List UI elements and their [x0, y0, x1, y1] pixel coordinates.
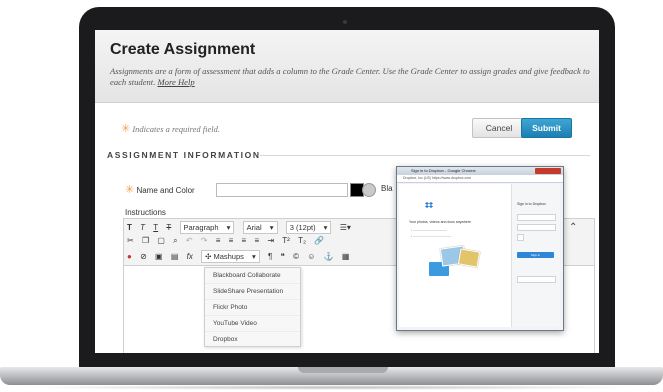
- password-field[interactable]: [517, 224, 556, 231]
- math-icon[interactable]: fx: [187, 252, 193, 261]
- anchor-icon[interactable]: ⚓: [324, 252, 334, 261]
- required-note: ✳ Indicates a required field.: [121, 122, 220, 135]
- popup-titlebar: Sign in to Dropbox - Google Chrome: [397, 167, 563, 175]
- paragraph-value: Paragraph: [183, 223, 219, 232]
- table-icon[interactable]: ▦: [342, 252, 350, 261]
- popup-promo: Your photos, videos and docs anywhere • …: [399, 184, 510, 327]
- subscript-icon[interactable]: T₂: [298, 236, 306, 245]
- color-name: Bla: [381, 184, 393, 193]
- laptop-shadow: [20, 385, 643, 390]
- signin-button[interactable]: Sign in: [517, 252, 554, 258]
- popup-signin-panel: Sign in to Dropbox Sign in: [511, 184, 560, 327]
- copy-icon[interactable]: ❐: [142, 236, 149, 245]
- attach-icon[interactable]: ⊘: [140, 252, 147, 261]
- indent-icon[interactable]: ⇥: [267, 236, 274, 245]
- font-value: Arial: [246, 223, 262, 232]
- laptop-notch: [298, 367, 388, 373]
- cut-icon[interactable]: ✂: [127, 236, 134, 245]
- dropbox-popup-window: Sign in to Dropbox - Google Chrome Dropb…: [396, 166, 564, 331]
- size-value: 3 (12pt): [289, 223, 316, 232]
- menu-item-youtube[interactable]: YouTube Video: [205, 316, 300, 332]
- required-star-icon: ✳: [125, 184, 135, 196]
- popup-bullet: • ──────────────────: [411, 234, 452, 238]
- align-left-icon[interactable]: ≡: [216, 236, 221, 245]
- email-field[interactable]: [517, 214, 556, 221]
- page-header: Create Assignment Assignments are a form…: [95, 30, 599, 103]
- paragraph-select[interactable]: Paragraph ▾: [179, 221, 235, 234]
- menu-item-blackboard-collaborate[interactable]: Blackboard Collaborate: [205, 268, 300, 284]
- align-center-icon[interactable]: ≡: [229, 236, 234, 245]
- italic-icon[interactable]: T: [140, 223, 145, 232]
- mashups-label: Mashups: [213, 252, 244, 261]
- mashups-menu: Blackboard Collaborate SlideShare Presen…: [204, 267, 301, 347]
- popup-title: Sign in to Dropbox - Google Chrome: [411, 168, 476, 173]
- underline-icon[interactable]: T: [153, 223, 158, 232]
- mashups-button[interactable]: ✣ Mashups ▾: [201, 250, 260, 263]
- strikethrough-icon[interactable]: T: [166, 223, 171, 232]
- screen: Create Assignment Assignments are a form…: [95, 30, 599, 353]
- link-icon[interactable]: 🔗: [314, 236, 324, 245]
- camera-icon: [343, 20, 347, 24]
- justify-icon[interactable]: ≡: [254, 236, 259, 245]
- popup-body: Your photos, videos and docs anywhere • …: [399, 184, 560, 327]
- instructions-label: Instructions: [125, 208, 166, 217]
- color-picker-button[interactable]: [362, 183, 376, 197]
- submit-button[interactable]: Submit: [521, 118, 572, 138]
- required-star-icon: ✳: [121, 123, 131, 135]
- required-note-text: Indicates a required field.: [132, 124, 220, 134]
- popup-address-bar: Dropbox, Inc (US) https://www.dropbox.co…: [397, 175, 563, 183]
- toolbar-row-2: ✂ ❐ ▢ ⌕ ↶ ↷ ≡ ≡ ≡ ≡ ⇥ T² T₂ 🔗: [127, 236, 330, 250]
- page-title: Create Assignment: [110, 41, 256, 58]
- menu-item-slideshare[interactable]: SlideShare Presentation: [205, 284, 300, 300]
- section-divider: [260, 155, 590, 156]
- media-icon[interactable]: ▤: [171, 252, 179, 261]
- dropbox-logo-icon: [425, 202, 433, 208]
- quote-icon[interactable]: ❝: [281, 252, 285, 261]
- window-controls-icon[interactable]: [535, 168, 561, 174]
- list-icon[interactable]: ☰▾: [340, 223, 351, 232]
- page-description: Assignments are a form of assessment tha…: [110, 66, 590, 88]
- toolbar-row-1: T T T T Paragraph ▾ Arial ▾ 3 (12pt) ▾ ☰…: [127, 221, 357, 235]
- remember-checkbox[interactable]: [517, 234, 524, 241]
- record-icon[interactable]: ●: [127, 252, 132, 261]
- align-right-icon[interactable]: ≡: [242, 236, 247, 245]
- redo-icon[interactable]: ↷: [201, 236, 208, 245]
- collapse-icon[interactable]: ⌃: [569, 222, 577, 233]
- signin-label: Sign in to Dropbox: [517, 202, 546, 206]
- more-help-link[interactable]: More Help: [158, 77, 195, 87]
- find-icon[interactable]: ⌕: [173, 236, 177, 246]
- size-select[interactable]: 3 (12pt) ▾: [285, 221, 332, 234]
- paragraph-mark-icon[interactable]: ¶: [268, 252, 272, 261]
- text-style-icon[interactable]: T: [127, 223, 132, 232]
- toolbar-row-3: ● ⊘ ▣ ▤ fx ✣ Mashups ▾ ¶ ❝ © ☺ ⚓ ▦: [127, 250, 355, 264]
- photo-illustration: [457, 248, 481, 268]
- emoticon-icon[interactable]: ☺: [307, 252, 315, 261]
- cancel-button[interactable]: Cancel: [472, 118, 526, 138]
- name-color-label-text: Name and Color: [136, 186, 195, 195]
- font-select[interactable]: Arial ▾: [242, 221, 278, 234]
- name-color-label: ✳ Name and Color: [125, 183, 195, 196]
- undo-icon[interactable]: ↶: [186, 236, 193, 245]
- alt-signin-button[interactable]: [517, 276, 556, 283]
- popup-bullet: • ────────────────: [411, 228, 447, 232]
- section-title: ASSIGNMENT INFORMATION: [107, 150, 261, 160]
- menu-item-dropbox[interactable]: Dropbox: [205, 332, 300, 347]
- paste-icon[interactable]: ▢: [157, 236, 165, 245]
- copyright-icon[interactable]: ©: [293, 252, 299, 261]
- popup-tagline: Your photos, videos and docs anywhere: [409, 220, 471, 224]
- superscript-icon[interactable]: T²: [282, 236, 290, 245]
- menu-item-flickr[interactable]: Flickr Photo: [205, 300, 300, 316]
- name-input[interactable]: [216, 183, 348, 197]
- image-icon[interactable]: ▣: [155, 252, 163, 261]
